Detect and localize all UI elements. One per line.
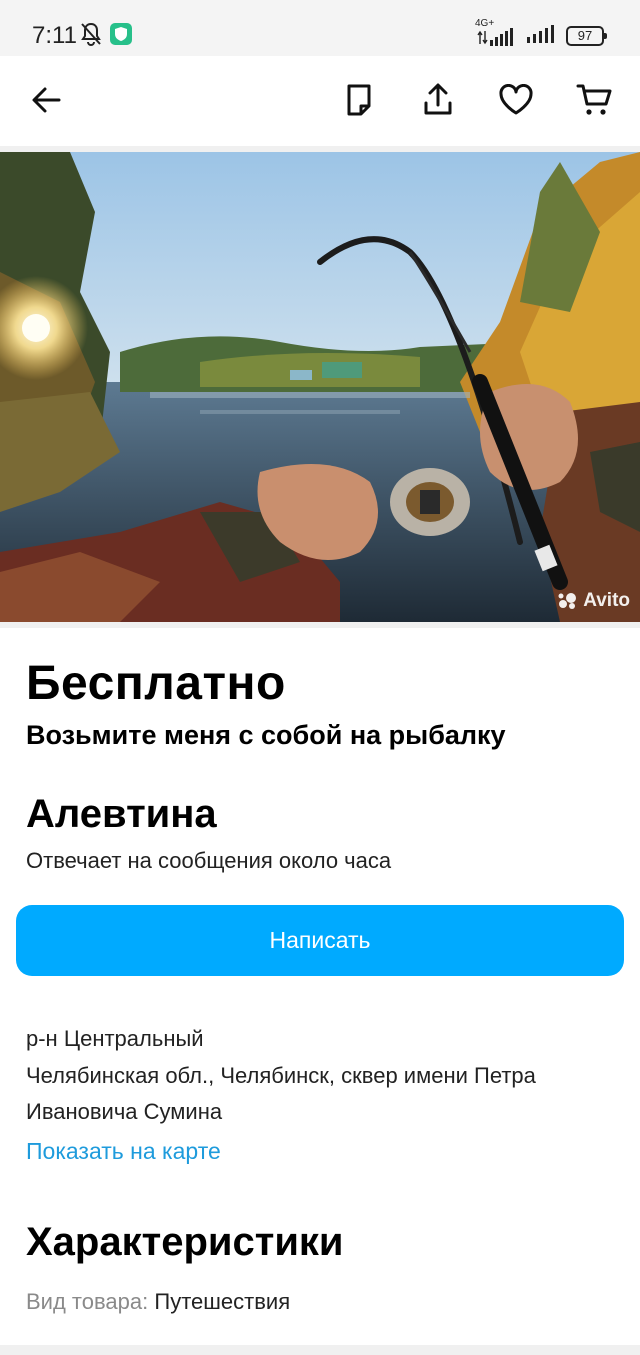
heart-icon[interactable]: [494, 78, 538, 122]
characteristics-title: Характеристики: [26, 1220, 344, 1264]
listing-photo[interactable]: Avito: [0, 152, 640, 622]
cart-icon[interactable]: [572, 78, 616, 122]
battery-icon: 97: [566, 25, 607, 46]
address-district: р-н Центральный: [26, 1026, 204, 1051]
show-on-map-link[interactable]: Показать на карте: [26, 1138, 221, 1165]
mute-bell-icon: [80, 22, 102, 51]
seller-name[interactable]: Алевтина: [26, 792, 217, 837]
battery-level: 97: [577, 27, 593, 43]
status-time: 7:11: [32, 22, 77, 49]
listing-title: Возьмите меня с собой на рыбалку: [26, 720, 506, 750]
avito-watermark: Avito: [557, 590, 630, 612]
bottom-divider: [0, 1345, 640, 1355]
back-arrow-icon[interactable]: [24, 78, 68, 122]
characteristic-row: Вид товара: Путешествия: [26, 1289, 290, 1315]
watermark-text: Avito: [583, 590, 630, 611]
characteristic-value: Путешествия: [154, 1289, 291, 1314]
price: Бесплатно: [26, 657, 286, 710]
top-toolbar: [0, 56, 640, 146]
signal-icon: [526, 22, 556, 49]
photo-divider: [0, 622, 640, 628]
characteristic-key: Вид товара:: [26, 1289, 149, 1314]
write-message-button[interactable]: Написать: [16, 905, 624, 976]
status-bar: 7:11 4G+ 97: [0, 0, 640, 56]
write-message-label: Написать: [269, 927, 371, 953]
seller-reply-time: Отвечает на сообщения около часа: [26, 848, 392, 873]
share-icon[interactable]: [416, 78, 460, 122]
note-icon[interactable]: [337, 78, 381, 122]
signal-4g-icon: 4G+: [475, 18, 516, 47]
shield-app-icon: [110, 23, 132, 50]
address-line-1: Челябинская обл., Челябинск, сквер имени…: [26, 1063, 536, 1088]
address-line-2: Ивановича Сумина: [26, 1099, 223, 1124]
